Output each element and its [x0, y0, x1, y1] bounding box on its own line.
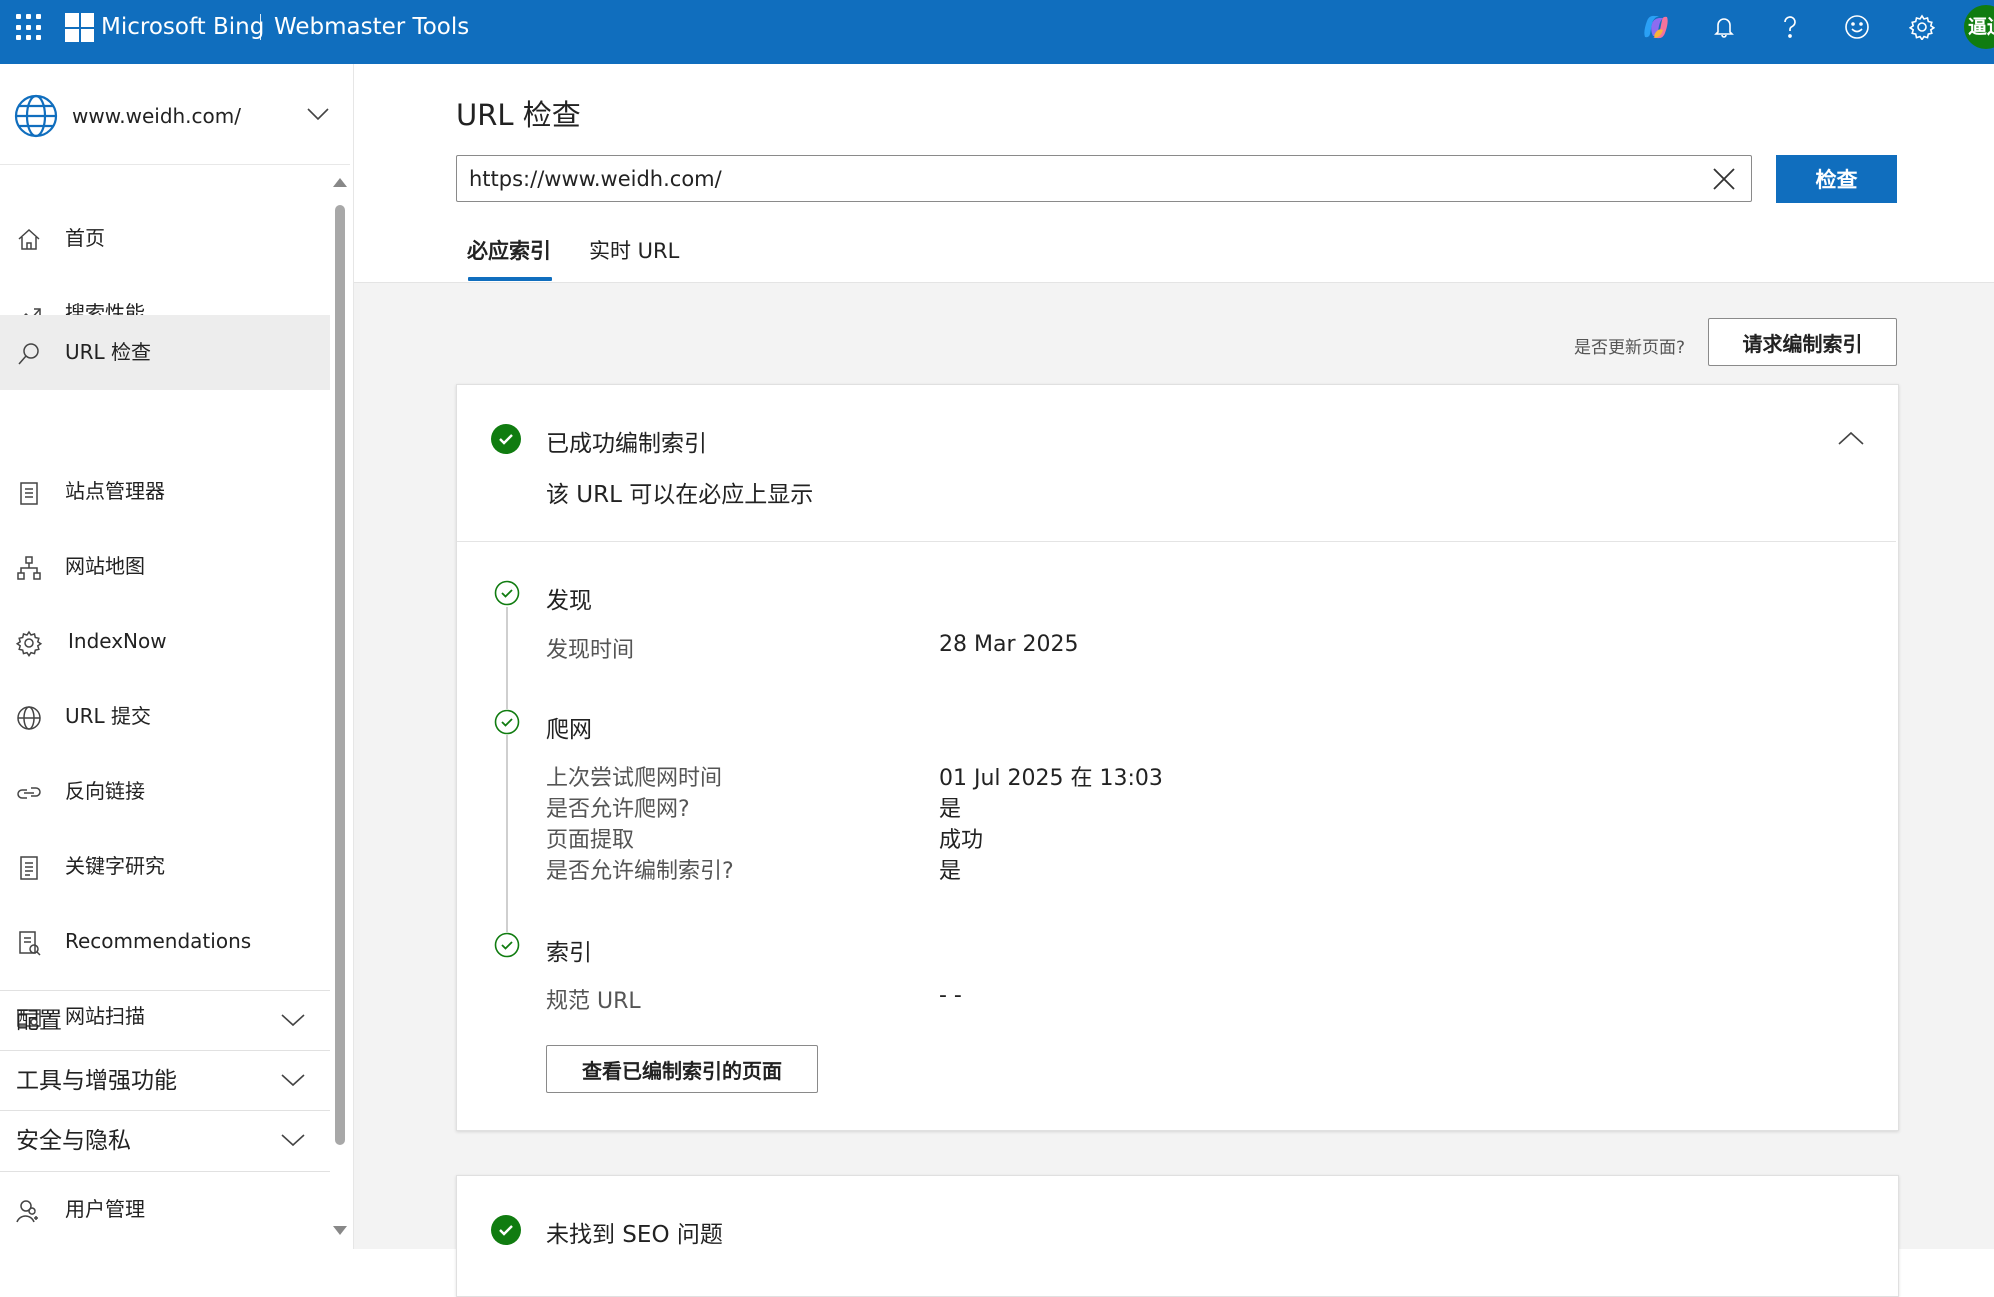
crawl-allowed-label: 是否允许爬网? — [546, 797, 690, 822]
tab-live-url[interactable]: 实时 URL — [589, 235, 679, 265]
seo-status-title: 未找到 SEO 问题 — [546, 1222, 723, 1248]
site-selector[interactable]: www.weidh.com/ — [0, 64, 350, 165]
gear-icon[interactable] — [1907, 12, 1937, 42]
app-launcher-icon[interactable] — [16, 14, 44, 42]
sidebar-item-label: 网站地图 — [65, 554, 145, 578]
clipboard-icon — [15, 479, 43, 507]
help-icon[interactable] — [1775, 12, 1805, 42]
smiley-icon[interactable] — [1842, 12, 1872, 42]
sidebar-group-label: 工具与增强功能 — [16, 1068, 177, 1094]
sidebar-item-label: URL 提交 — [65, 704, 152, 728]
sidebar-item-label: Recommendations — [65, 929, 252, 953]
scroll-up-arrow-icon[interactable] — [333, 178, 347, 187]
user-icon — [15, 1197, 43, 1225]
view-indexed-page-button[interactable]: 查看已编制索引的页面 — [546, 1045, 818, 1093]
check-circle-icon — [494, 932, 520, 958]
brand-name[interactable]: Microsoft Bing — [101, 13, 264, 42]
sitemap-icon — [15, 554, 43, 582]
canonical-url-value: - - — [939, 983, 962, 1008]
success-check-icon — [491, 424, 521, 454]
index-status-subtitle: 该 URL 可以在必应上显示 — [546, 482, 814, 508]
url-input[interactable] — [456, 155, 1752, 202]
sidebar-group-security[interactable]: 安全与隐私 — [0, 1110, 330, 1171]
page-fetch-label: 页面提取 — [546, 828, 635, 853]
sidebar-item-label: 反向链接 — [65, 779, 145, 803]
sidebar: www.weidh.com/ 首页 搜索性能 URL 检查 站点管理器 网站地图 — [0, 64, 354, 1249]
indexing-allowed-label: 是否允许编制索引? — [546, 859, 734, 884]
sidebar-item-recommendations[interactable]: Recommendations — [0, 904, 330, 979]
crawl-last-attempt-label: 上次尝试爬网时间 — [546, 766, 723, 791]
scroll-down-arrow-icon[interactable] — [333, 1226, 347, 1235]
crawl-title: 爬网 — [546, 717, 592, 743]
document-icon — [15, 854, 43, 882]
microsoft-logo-icon — [65, 13, 94, 42]
canonical-url-label: 规范 URL — [546, 989, 641, 1014]
chevron-down-icon — [280, 1132, 306, 1152]
sidebar-item-label: IndexNow — [68, 629, 167, 653]
sidebar-item-label: 首页 — [65, 226, 105, 250]
chevron-down-icon — [280, 1072, 306, 1092]
chevron-down-icon — [280, 1012, 306, 1032]
close-icon[interactable] — [1709, 164, 1739, 194]
gear-icon — [15, 629, 43, 657]
brand-divider — [260, 14, 261, 40]
bell-icon[interactable] — [1709, 12, 1739, 42]
copilot-icon[interactable] — [1641, 12, 1671, 42]
recommendation-icon — [15, 929, 43, 957]
sidebar-group-label: 配置 — [16, 1008, 62, 1034]
top-bar: Microsoft Bing Webmaster Tools 逼迫 — [0, 0, 1994, 64]
sidebar-item-user-management[interactable]: 用户管理 — [0, 1171, 330, 1247]
inspect-button[interactable]: 检查 — [1776, 155, 1897, 203]
sidebar-scrollbar[interactable] — [335, 205, 345, 1145]
sidebar-group-configuration[interactable]: 配置 — [0, 990, 330, 1051]
product-name[interactable]: Webmaster Tools — [274, 13, 469, 42]
tab-bing-index[interactable]: 必应索引 — [467, 235, 551, 265]
sidebar-item-label: 站点管理器 — [65, 479, 165, 503]
discovery-date-label: 发现时间 — [546, 638, 635, 663]
site-url: www.weidh.com/ — [72, 104, 241, 128]
home-icon — [15, 226, 43, 254]
sidebar-item-label: 用户管理 — [65, 1197, 145, 1221]
globe-icon — [15, 704, 43, 732]
sidebar-group-tools[interactable]: 工具与增强功能 — [0, 1050, 330, 1111]
active-tab-indicator — [468, 277, 552, 281]
success-check-icon — [491, 1215, 521, 1245]
check-circle-icon — [494, 709, 520, 735]
sidebar-item-url-inspection[interactable]: URL 检查 — [0, 315, 330, 390]
discovery-title: 发现 — [546, 588, 592, 614]
crawl-last-attempt-value: 01 Jul 2025 在 13:03 — [939, 766, 1163, 791]
link-icon — [15, 779, 43, 807]
card-divider — [457, 541, 1896, 542]
sidebar-item-home[interactable]: 首页 — [0, 201, 330, 276]
sidebar-item-label: 关键字研究 — [65, 854, 165, 878]
page-title: URL 检查 — [456, 98, 581, 132]
chevron-up-icon[interactable] — [1837, 430, 1865, 450]
chevron-down-icon[interactable] — [306, 106, 330, 126]
check-circle-icon — [494, 580, 520, 606]
index-title: 索引 — [546, 940, 592, 966]
sidebar-item-sitemaps[interactable]: 网站地图 — [0, 529, 330, 604]
sidebar-item-indexnow[interactable]: IndexNow — [0, 604, 330, 679]
sidebar-item-site-explorer[interactable]: 站点管理器 — [0, 454, 330, 529]
globe-icon — [14, 94, 58, 142]
request-indexing-button[interactable]: 请求编制索引 — [1708, 318, 1897, 366]
search-icon — [15, 340, 43, 368]
page-fetch-value: 成功 — [939, 828, 984, 853]
timeline-line — [506, 607, 508, 937]
sidebar-item-keyword-research[interactable]: 关键字研究 — [0, 829, 330, 904]
sidebar-item-url-submission[interactable]: URL 提交 — [0, 679, 330, 754]
sidebar-item-label: URL 检查 — [65, 340, 152, 364]
discovery-date-value: 28 Mar 2025 — [939, 632, 1079, 657]
update-question: 是否更新页面? — [1574, 338, 1686, 358]
indexing-allowed-value: 是 — [939, 859, 962, 884]
sidebar-item-backlinks[interactable]: 反向链接 — [0, 754, 330, 829]
crawl-allowed-value: 是 — [939, 797, 962, 822]
sidebar-group-label: 安全与隐私 — [16, 1128, 131, 1154]
index-status-title: 已成功编制索引 — [546, 431, 707, 457]
avatar[interactable]: 逼迫 — [1964, 5, 1994, 49]
